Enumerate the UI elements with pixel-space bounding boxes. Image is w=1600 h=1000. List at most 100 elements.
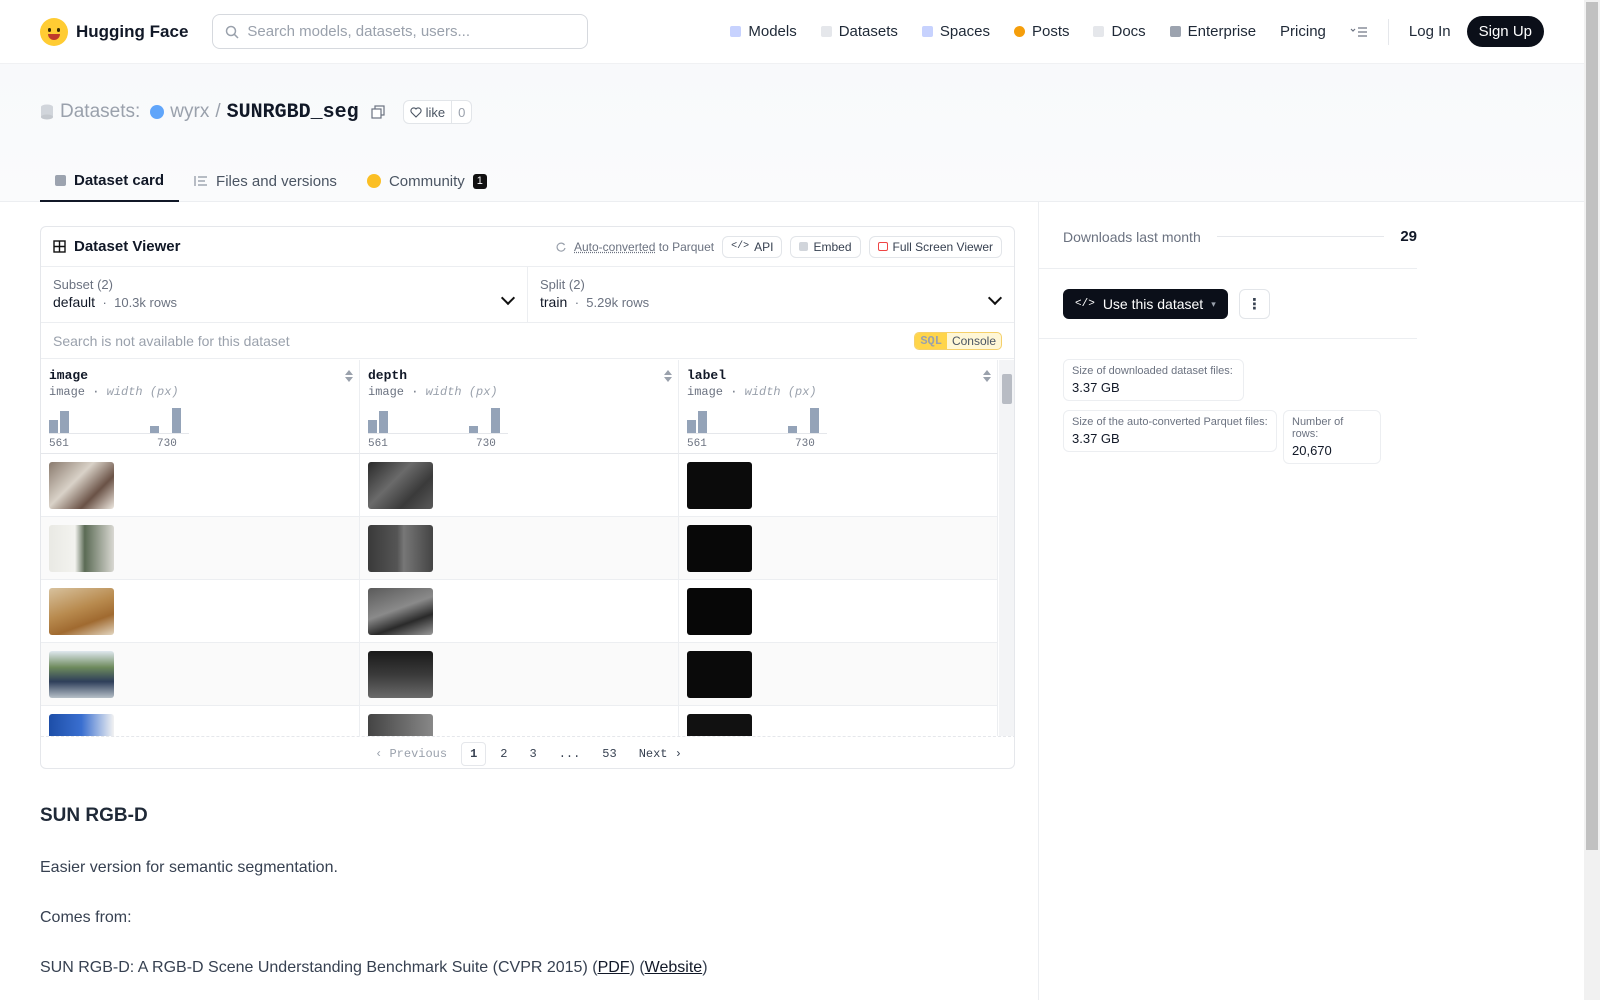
owner-link[interactable]: wyrx [170,101,209,123]
page-53[interactable]: 53 [594,743,624,765]
models-icon [730,26,742,37]
pdf-link[interactable]: PDF [598,959,630,976]
repo-name[interactable]: SUNRGBD_seg [227,101,359,124]
split-select[interactable]: Split (2) train · 5.29k rows [527,267,1014,322]
table-cell[interactable] [41,517,360,580]
table-cell[interactable] [360,643,679,706]
histogram-bar[interactable] [379,411,388,433]
table-cell[interactable] [679,580,998,643]
image-thumbnail[interactable] [49,651,114,698]
search-input[interactable] [247,23,548,40]
data-grid: image image · width (px) 561 730 depth i… [41,360,999,736]
histogram-bar[interactable] [469,426,478,433]
histogram-bar[interactable] [172,408,181,433]
brand-logo[interactable]: Hugging Face [40,17,188,46]
next-page-button[interactable]: Next › [631,743,690,765]
page-2[interactable]: 2 [492,743,515,765]
image-thumbnail[interactable] [49,588,114,635]
nav-pricing[interactable]: Pricing [1268,23,1338,40]
signup-button[interactable]: Sign Up [1466,16,1544,47]
use-dataset-button[interactable]: </> Use this dataset ▾ [1063,289,1228,319]
depth-thumbnail[interactable] [368,525,433,572]
embed-button[interactable]: Embed [790,235,861,258]
table-cell[interactable] [41,643,360,706]
table-cell[interactable] [360,580,679,643]
copy-icon[interactable] [371,105,385,119]
like-button[interactable]: like 0 [402,100,473,124]
table-cell[interactable] [679,454,998,517]
column-type: image [49,385,86,399]
label-thumbnail[interactable] [687,714,752,736]
tab-dataset-card[interactable]: Dataset card [40,160,180,202]
image-thumbnail[interactable] [49,462,114,509]
sort-icon[interactable] [983,370,991,382]
sort-icon[interactable] [345,370,353,382]
like-count: 0 [451,101,471,123]
histogram-bar[interactable] [687,420,696,433]
column-header-depth[interactable]: depth image · width (px) 561 730 [360,360,679,454]
auto-converted-link[interactable]: Auto-converted [574,240,655,254]
table-cell[interactable] [679,517,998,580]
histogram-bar[interactable] [60,411,69,433]
subset-split-row: Subset (2) default · 10.3k rows Split (2… [41,267,1014,323]
global-search[interactable] [212,14,589,49]
subset-select[interactable]: Subset (2) default · 10.3k rows [41,267,527,322]
histogram-max: 730 [157,438,177,450]
table-cell[interactable] [360,454,679,517]
image-thumbnail[interactable] [49,525,114,572]
label-thumbnail[interactable] [687,462,752,509]
fullscreen-button[interactable]: Full Screen Viewer [868,235,1002,258]
table-cell[interactable] [41,454,360,517]
column-subtype: width (px) [106,385,179,399]
next-label: Next [638,746,668,761]
depth-thumbnail[interactable] [368,651,433,698]
histogram-bar[interactable] [788,426,797,433]
label-thumbnail[interactable] [687,651,752,698]
histogram-bar[interactable] [49,420,58,433]
grid-scrollbar[interactable] [999,360,1014,736]
depth-thumbnail[interactable] [368,462,433,509]
nav-docs[interactable]: Docs [1081,23,1157,40]
tab-files-and-versions[interactable]: Files and versions [179,160,352,202]
depth-thumbnail[interactable] [368,714,433,736]
column-header-label[interactable]: label image · width (px) 561 730 [679,360,998,454]
sort-icon[interactable] [664,370,672,382]
more-options-button[interactable]: ⋮ [1239,289,1270,319]
table-cell[interactable] [679,706,998,736]
histogram-bar[interactable] [810,408,819,433]
breadcrumb-datasets[interactable]: Datasets: [60,101,140,123]
histogram-bar[interactable] [150,426,159,433]
histogram-bar[interactable] [491,408,500,433]
page-3[interactable]: 3 [521,743,544,765]
login-link[interactable]: Log In [1397,23,1463,40]
website-link[interactable]: Website [645,959,703,976]
histogram-bar[interactable] [368,420,377,433]
scrollbar-thumb[interactable] [1002,374,1012,404]
page-scrollbar[interactable] [1584,0,1600,1000]
prev-page-button[interactable]: ‹ Previous [367,743,455,765]
nav-spaces[interactable]: Spaces [910,23,1002,40]
table-cell[interactable] [41,706,360,736]
nav-datasets[interactable]: Datasets [809,23,910,40]
table-cell[interactable] [360,517,679,580]
column-header-image[interactable]: image image · width (px) 561 730 [41,360,360,454]
depth-thumbnail[interactable] [368,588,433,635]
table-cell[interactable] [360,706,679,736]
image-thumbnail[interactable] [49,714,114,736]
sql-console-button[interactable]: SQL Console [914,331,1002,350]
table-cell[interactable] [41,580,360,643]
nav-posts[interactable]: Posts [1002,23,1082,40]
more-menu-button[interactable] [1338,26,1380,38]
label-thumbnail[interactable] [687,525,752,572]
label-thumbnail[interactable] [687,588,752,635]
nav-models[interactable]: Models [718,23,808,40]
nav-enterprise[interactable]: Enterprise [1158,23,1268,40]
api-button[interactable]: </> API [722,235,783,258]
readme-paragraph: Easier version for semantic segmentation… [40,859,338,876]
tab-community[interactable]: Community 1 [352,160,502,202]
page-scrollbar-thumb[interactable] [1586,2,1598,850]
table-cell[interactable] [679,643,998,706]
histogram-bar[interactable] [698,411,707,433]
stat-label: Number of rows: [1292,416,1344,440]
page-1[interactable]: 1 [461,741,487,766]
